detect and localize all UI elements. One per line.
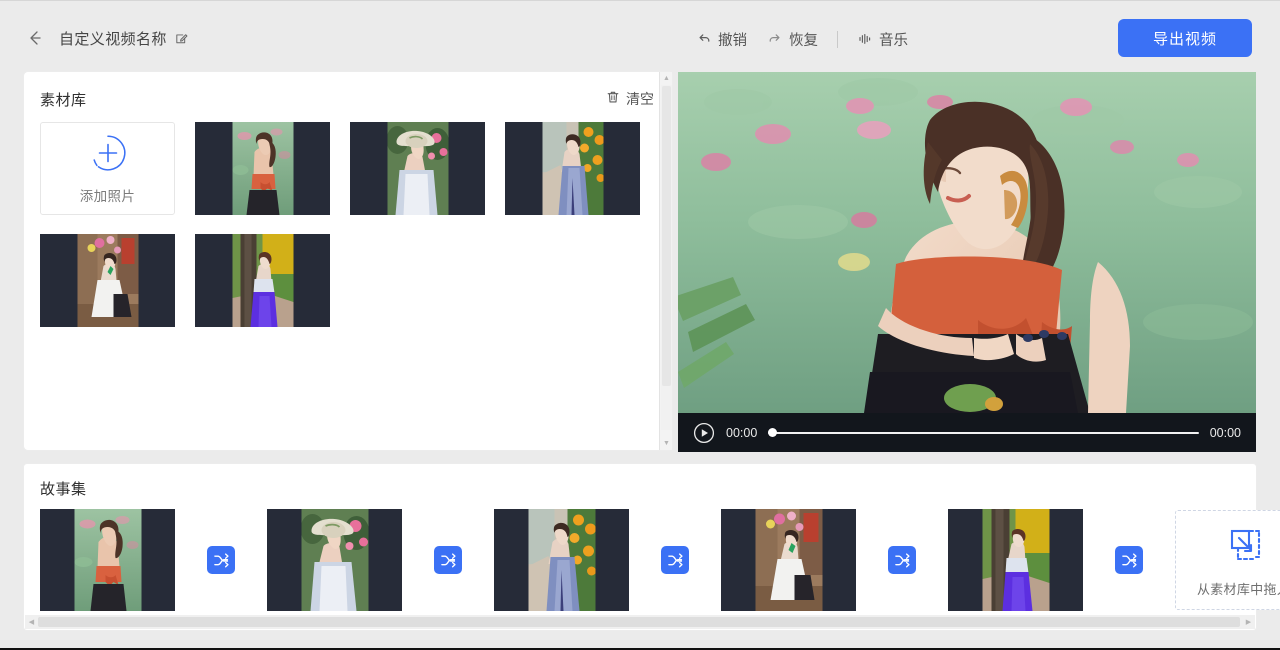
lotus-pond-portrait: [232, 122, 293, 215]
storyboard-clip[interactable]: [40, 509, 175, 611]
seek-handle[interactable]: [768, 428, 778, 437]
storyboard-title: 故事集: [40, 481, 87, 498]
arrow-left-icon[interactable]: [22, 25, 48, 51]
redo-button[interactable]: 恢复: [757, 26, 828, 52]
drag-from-library-dropzone[interactable]: 从素材库中拖入: [1175, 510, 1280, 610]
transition-slot: [1083, 509, 1175, 611]
redo-label: 恢复: [789, 32, 818, 49]
storyboard-panel: 故事集 从素材库中拖 ◀ ▶: [24, 464, 1280, 630]
music-button[interactable]: 音乐: [847, 26, 918, 52]
storyboard-strip: 从素材库中拖入: [40, 509, 1280, 611]
project-title-group: 自定义视频名称: [59, 25, 189, 51]
scroll-left-icon[interactable]: ◀: [25, 615, 38, 629]
preview-stage[interactable]: [678, 72, 1256, 413]
straw-hat-portrait: [387, 122, 448, 215]
total-duration: 00:00: [1209, 425, 1241, 440]
undo-button[interactable]: 撤销: [686, 26, 757, 52]
clear-library-button[interactable]: 清空: [606, 89, 654, 109]
storyboard-clip[interactable]: [267, 509, 402, 611]
orange-flower-street-portrait: [542, 122, 603, 215]
straw-hat-portrait: [301, 509, 368, 611]
transition-slot: [402, 509, 494, 611]
dropzone-label: 从素材库中拖入: [1196, 582, 1280, 597]
music-wave-icon: [857, 31, 873, 47]
library-vertical-scrollbar[interactable]: ▲ ▼: [659, 72, 672, 450]
library-item[interactable]: [195, 234, 330, 327]
storyboard-horizontal-scrollbar[interactable]: ◀ ▶: [25, 615, 1255, 629]
video-editor-app: 自定义视频名称 撤销 恢复 音乐 导出视频 素材库 清空 添加照片 ▲ ▼ 00…: [0, 0, 1280, 650]
export-video-button[interactable]: 导出视频: [1118, 19, 1252, 57]
scroll-down-icon[interactable]: ▼: [660, 437, 673, 450]
seek-slider[interactable]: [768, 426, 1199, 440]
music-label: 音乐: [879, 32, 908, 49]
redo-icon: [767, 31, 783, 47]
library-item[interactable]: [40, 234, 175, 327]
current-time: 00:00: [726, 425, 758, 440]
library-item[interactable]: [350, 122, 485, 215]
trash-icon: [606, 90, 620, 108]
shuffle-icon[interactable]: [1115, 546, 1143, 574]
undo-label: 撤销: [718, 32, 747, 49]
tree-purple-skirt-portrait: [232, 234, 293, 327]
shuffle-icon[interactable]: [207, 546, 235, 574]
player-controls: 00:00 00:00: [678, 413, 1256, 452]
seek-track: [768, 431, 1199, 434]
library-header: 素材库 清空: [24, 72, 672, 126]
tree-purple-skirt-portrait: [982, 509, 1049, 611]
seated-white-dress-portrait: [755, 509, 822, 611]
toolbar-divider: [837, 30, 838, 48]
add-photo-button[interactable]: 添加照片: [40, 122, 175, 215]
transition-slot: [856, 509, 948, 611]
material-library-panel: 素材库 清空 添加照片 ▲ ▼: [24, 72, 672, 450]
clear-label: 清空: [626, 91, 654, 107]
play-circle-icon[interactable]: [693, 422, 715, 444]
storyboard-clip[interactable]: [721, 509, 856, 611]
shuffle-icon[interactable]: [661, 546, 689, 574]
library-item[interactable]: [195, 122, 330, 215]
video-preview-panel: 00:00 00:00: [678, 72, 1256, 452]
lotus-pond-portrait: [74, 509, 141, 611]
shuffle-icon[interactable]: [888, 546, 916, 574]
library-title: 素材库: [40, 92, 87, 109]
editor-toolbar: 撤销 恢复 音乐: [686, 26, 918, 52]
scroll-right-icon[interactable]: ▶: [1242, 615, 1255, 629]
library-item[interactable]: [505, 122, 640, 215]
storyboard-clip[interactable]: [948, 509, 1083, 611]
page-title: 自定义视频名称: [59, 30, 167, 48]
transition-slot: [629, 509, 721, 611]
storyboard-clip[interactable]: [494, 509, 629, 611]
undo-icon: [696, 31, 712, 47]
transition-slot: [175, 509, 267, 611]
library-grid: 添加照片: [40, 122, 652, 327]
preview-frame-lotus-pond: [678, 72, 1256, 413]
app-header: 自定义视频名称 撤销 恢复 音乐 导出视频: [0, 0, 1280, 74]
scrollbar-thumb[interactable]: [662, 86, 671, 386]
plus-circle-icon: [88, 133, 128, 178]
edit-pencil-icon[interactable]: [174, 31, 189, 46]
hscrollbar-thumb[interactable]: [38, 617, 1240, 627]
orange-flower-street-portrait: [528, 509, 595, 611]
shuffle-icon[interactable]: [434, 546, 462, 574]
drag-into-icon: [1221, 522, 1267, 573]
scroll-up-icon[interactable]: ▲: [660, 72, 673, 85]
add-photo-label: 添加照片: [79, 188, 136, 204]
seated-white-dress-portrait: [77, 234, 138, 327]
